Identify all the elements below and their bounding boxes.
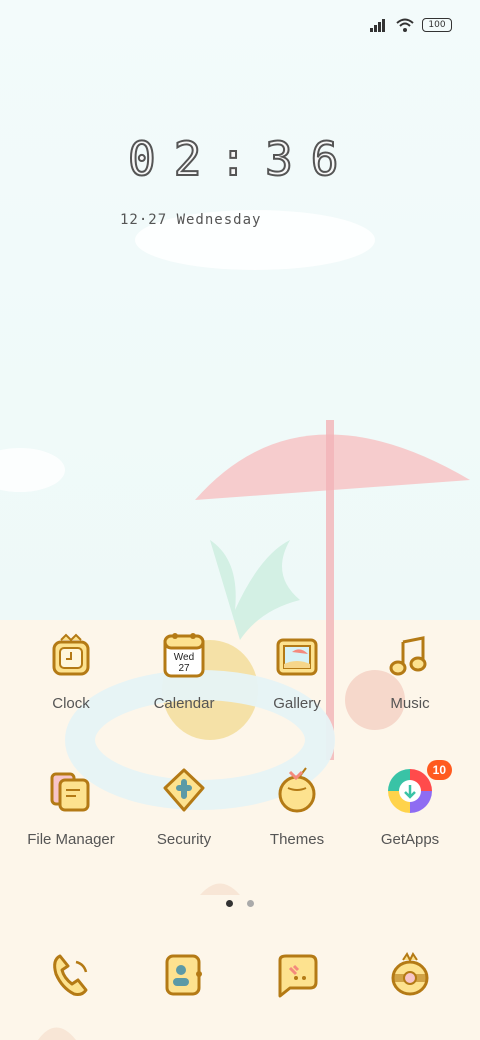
camera-icon xyxy=(391,952,429,996)
dock-messages[interactable] xyxy=(237,950,357,1005)
file-manager-icon xyxy=(50,772,90,812)
app-label: Gallery xyxy=(273,695,321,712)
battery-indicator: 100 xyxy=(422,18,452,32)
music-icon xyxy=(389,636,427,676)
app-file-manager[interactable]: File Manager xyxy=(11,766,131,848)
app-label: Security xyxy=(156,831,212,848)
gallery-icon xyxy=(276,638,318,676)
wifi-icon xyxy=(396,18,414,32)
page-dot xyxy=(247,900,255,907)
themes-icon xyxy=(278,767,316,813)
app-label: Music xyxy=(390,695,430,712)
app-clock[interactable]: Clock xyxy=(11,630,131,712)
app-getapps[interactable]: 10 GetApps xyxy=(350,760,470,848)
app-themes[interactable]: Themes xyxy=(237,766,357,848)
app-label: Themes xyxy=(269,831,325,848)
calendar-icon: Wed 27 xyxy=(163,633,205,678)
app-label: Clock xyxy=(52,695,90,712)
app-calendar[interactable]: Wed 27 Calendar xyxy=(124,630,244,712)
status-bar: 100 xyxy=(370,18,452,32)
clock-time: 02:36 xyxy=(127,131,357,187)
calendar-date: 27 xyxy=(178,663,190,674)
app-music[interactable]: Music xyxy=(350,630,470,712)
app-label: GetApps xyxy=(380,831,440,848)
page-dot-active xyxy=(225,900,233,907)
contacts-icon xyxy=(165,954,202,996)
clock-icon xyxy=(52,633,90,676)
clock-date: 12·27 Wednesday xyxy=(120,212,262,228)
signal-icon xyxy=(370,19,385,32)
calendar-day: Wed xyxy=(174,652,194,663)
dock-contacts[interactable] xyxy=(124,950,244,1005)
app-security[interactable]: Security xyxy=(124,766,244,848)
app-gallery[interactable]: Gallery xyxy=(237,630,357,712)
notification-badge: 10 xyxy=(426,760,452,780)
app-label: File Manager xyxy=(27,831,115,848)
dock-camera[interactable] xyxy=(350,950,470,1005)
security-icon xyxy=(163,768,205,812)
page-indicator[interactable] xyxy=(0,894,480,912)
phone-icon xyxy=(53,954,88,996)
dock-phone[interactable] xyxy=(11,950,131,1005)
app-label: Calendar xyxy=(153,695,215,712)
messages-icon xyxy=(278,954,318,998)
